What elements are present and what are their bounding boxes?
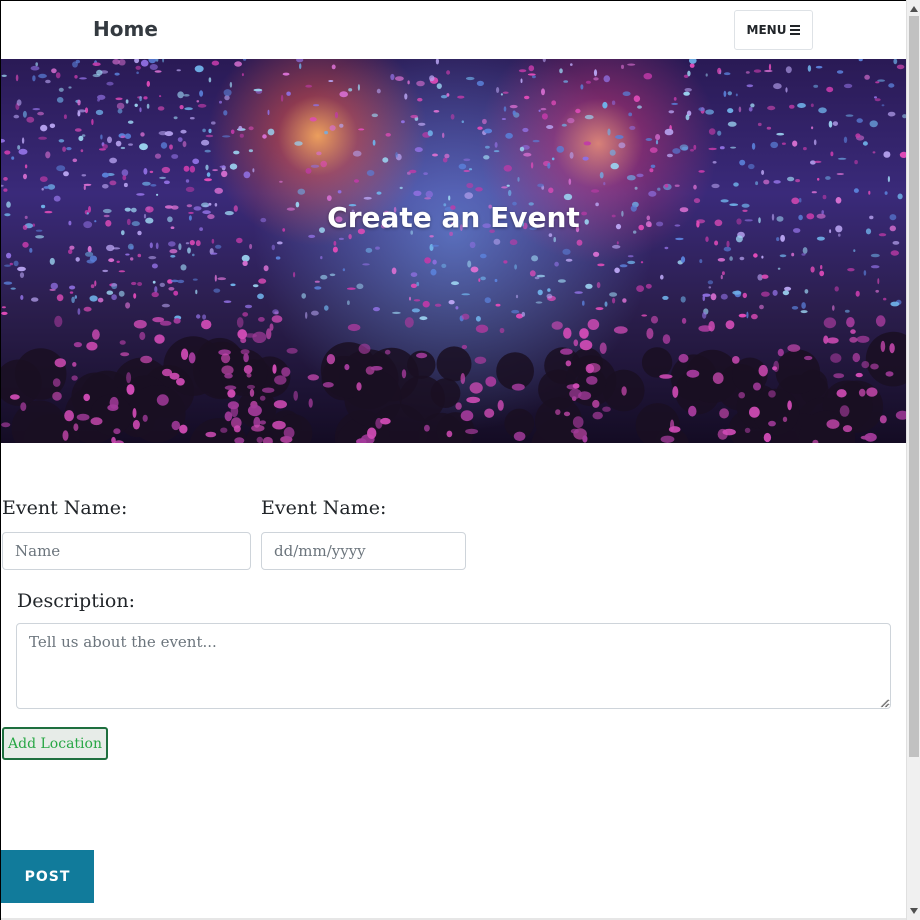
hamburger-icon [790,25,801,35]
description-label: Description: [17,590,135,612]
menu-label: MENU [746,23,787,37]
hero-banner: Create an Event [1,59,906,443]
event-date-label: Event Name: [261,497,387,519]
scroll-up-arrow-icon[interactable] [907,2,920,16]
resize-grip-icon[interactable] [879,698,889,708]
event-date-input[interactable]: dd/mm/yyyy [261,532,466,570]
scrollbar-thumb[interactable] [909,16,919,757]
event-name-input[interactable] [2,532,251,570]
menu-button[interactable]: MENU [734,10,813,50]
brand-home-link[interactable]: Home [93,17,158,41]
description-textarea[interactable] [16,623,891,709]
confetti-crowd-image [1,59,906,443]
scroll-down-arrow-icon[interactable] [907,904,920,918]
vertical-scrollbar[interactable] [906,0,920,920]
event-name-label: Event Name: [2,497,128,519]
browser-viewport: Home MENU Create an Event Event Name: Ev… [0,0,906,920]
navbar: Home MENU [1,1,906,59]
page-title: Create an Event [327,201,580,234]
add-location-button[interactable]: Add Location [2,727,108,760]
post-button[interactable]: POST [1,850,94,903]
date-placeholder: dd/mm/yyyy [274,542,366,560]
